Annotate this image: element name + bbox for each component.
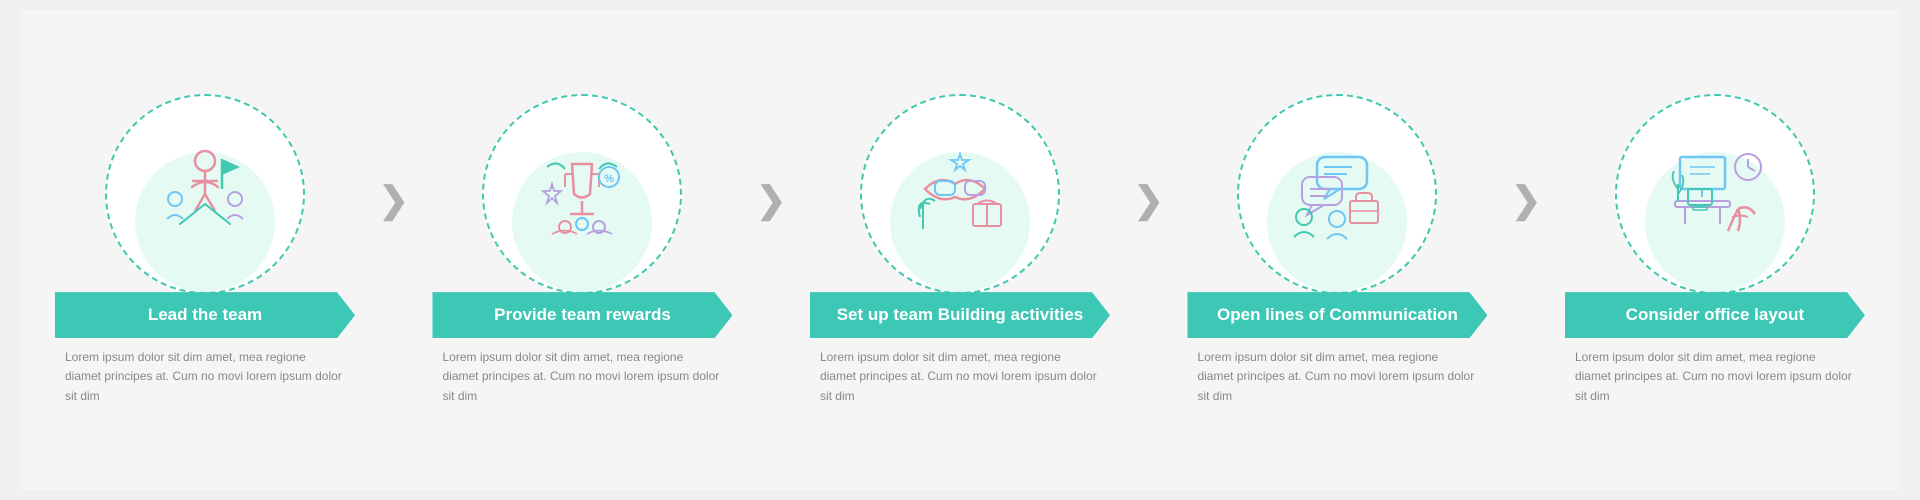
rewards-icon: % — [527, 139, 637, 249]
arrow-4: ❯ — [1511, 179, 1541, 221]
communication-icon — [1282, 139, 1392, 249]
arrow-1: ❯ — [379, 179, 409, 221]
step-4-label: Open lines of Communication — [1187, 292, 1487, 338]
step-1: Lead the team Lorem ipsum dolor sit dim … — [40, 94, 370, 406]
step-5-label: Consider office layout — [1565, 292, 1865, 338]
step-4: Open lines of Communication Lorem ipsum … — [1172, 94, 1502, 406]
arrow-3: ❯ — [1134, 179, 1164, 221]
step-4-description: Lorem ipsum dolor sit dim amet, mea regi… — [1192, 348, 1482, 406]
step-5-circle — [1615, 94, 1815, 294]
arrow-2: ❯ — [756, 179, 786, 221]
infographic-container: Lead the team Lorem ipsum dolor sit dim … — [20, 10, 1900, 490]
step-1-description: Lorem ipsum dolor sit dim amet, mea regi… — [60, 348, 350, 406]
step-3: Set up team Building activities Lorem ip… — [795, 94, 1125, 406]
step-2-circle: % — [482, 94, 682, 294]
step-5: Consider office layout Lorem ipsum dolor… — [1550, 94, 1880, 406]
step-4-circle — [1237, 94, 1437, 294]
step-3-circle — [860, 94, 1060, 294]
step-2-label: Provide team rewards — [432, 292, 732, 338]
step-2: % Provide team rewards Lorem ipsum dolor… — [417, 94, 747, 406]
svg-text:%: % — [605, 173, 615, 185]
step-1-circle — [105, 94, 305, 294]
step-3-label: Set up team Building activities — [810, 292, 1110, 338]
office-layout-icon — [1660, 139, 1770, 249]
step-1-label: Lead the team — [55, 292, 355, 338]
step-5-description: Lorem ipsum dolor sit dim amet, mea regi… — [1570, 348, 1860, 406]
activities-icon — [905, 139, 1015, 249]
step-2-description: Lorem ipsum dolor sit dim amet, mea regi… — [437, 348, 727, 406]
team-lead-icon — [150, 139, 260, 249]
step-3-description: Lorem ipsum dolor sit dim amet, mea regi… — [815, 348, 1105, 406]
